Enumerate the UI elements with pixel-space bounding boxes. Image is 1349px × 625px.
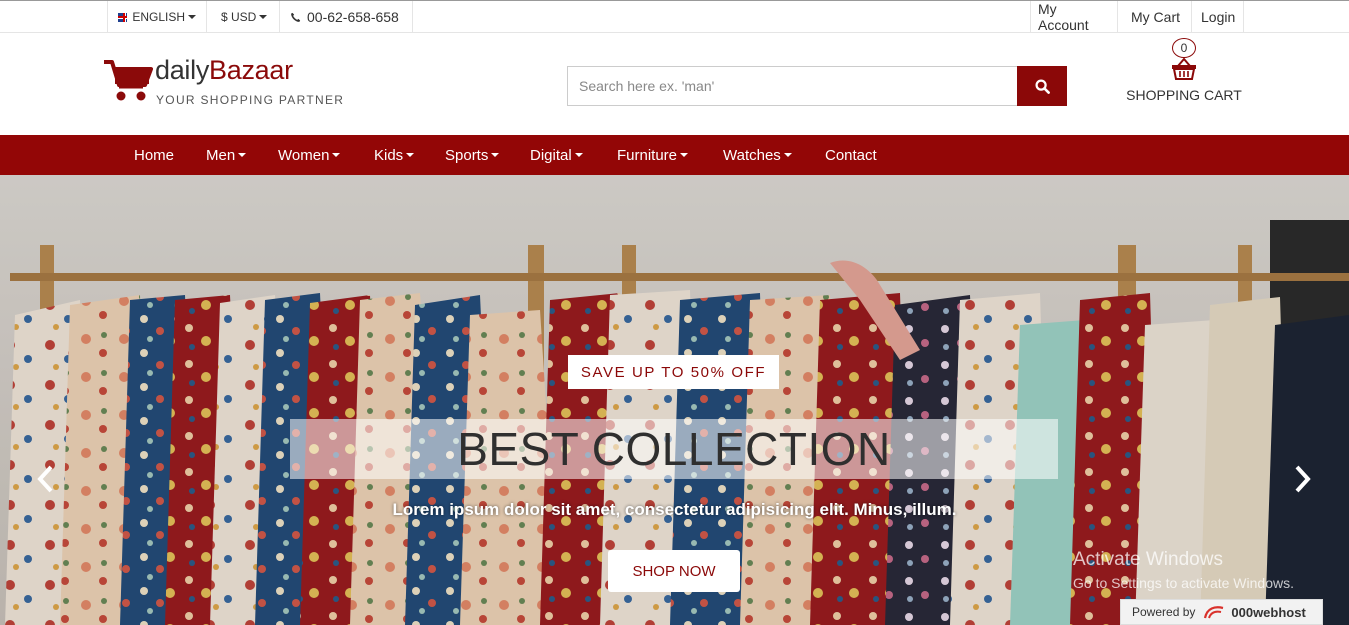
next-slide-arrow-icon[interactable] <box>1294 465 1312 493</box>
nav-item-watches[interactable]: Watches <box>723 135 792 175</box>
chevron-down-icon <box>188 15 196 19</box>
nav-label: Men <box>206 146 236 164</box>
search-input[interactable] <box>567 66 1018 106</box>
my-cart-link[interactable]: My Cart <box>1118 1 1192 33</box>
nav-label: Digital <box>530 146 572 164</box>
webhost-logo-icon <box>1204 606 1224 619</box>
shopping-cart-button[interactable]: 0 SHOPPING CART <box>1126 36 1242 106</box>
nav-item-furniture[interactable]: Furniture <box>617 135 689 175</box>
nav-item-contact[interactable]: Contact <box>825 135 877 175</box>
chevron-down-icon <box>491 153 500 157</box>
logo-suffix: Bazaar <box>209 55 293 85</box>
logo-name[interactable]: dailyBazaar <box>155 55 293 86</box>
basket-icon <box>1172 57 1196 80</box>
chevron-down-icon <box>574 153 583 157</box>
chevron-down-icon <box>332 153 341 157</box>
phone-icon <box>291 12 301 22</box>
cart-count-badge: 0 <box>1172 38 1196 58</box>
nav-item-digital[interactable]: Digital <box>530 135 583 175</box>
nav-item-men[interactable]: Men <box>206 135 247 175</box>
promo-badge: SAVE UP TO 50% OFF <box>568 355 779 389</box>
search-icon <box>1034 78 1050 94</box>
search-bar <box>567 66 1067 106</box>
my-cart-label: My Cart <box>1131 9 1180 25</box>
search-button[interactable] <box>1017 66 1067 106</box>
phone-number: 00-62-658-658 <box>280 1 413 33</box>
powered-by-label: Powered by <box>1132 605 1196 619</box>
my-account-link[interactable]: My Account <box>1030 1 1118 33</box>
login-label: Login <box>1201 9 1236 25</box>
nav-label: Furniture <box>617 146 678 164</box>
my-account-label: My Account <box>1038 1 1089 33</box>
powered-by-badge[interactable]: Powered by 000webhost <box>1120 599 1323 625</box>
phone-text: 00-62-658-658 <box>307 9 399 25</box>
nav-label: Sports <box>445 146 489 164</box>
top-bar: ENGLISH $ USD 00-62-658-658 My Account M… <box>0 0 1349 33</box>
main-nav: Home Men Women Kids Sports Digital Furni… <box>0 135 1349 175</box>
language-label: ENGLISH <box>132 10 185 24</box>
nav-label: Watches <box>723 146 781 164</box>
nav-item-sports[interactable]: Sports <box>445 135 500 175</box>
currency-selector[interactable]: $ USD <box>207 1 280 33</box>
nav-label: Contact <box>825 146 877 164</box>
hero-title: BEST COLLECTION <box>290 419 1058 479</box>
chevron-down-icon <box>783 153 792 157</box>
nav-label: Home <box>134 146 175 164</box>
nav-item-kids[interactable]: Kids <box>374 135 415 175</box>
nav-label: Women <box>278 146 330 164</box>
hero-slider: SAVE UP TO 50% OFF BEST COLLECTION Lorem… <box>0 175 1349 625</box>
nav-label: Kids <box>374 146 404 164</box>
login-link[interactable]: Login <box>1192 1 1244 33</box>
activate-windows-subtitle: Go to Settings to activate Windows. <box>1073 575 1294 591</box>
currency-label: $ USD <box>221 10 257 24</box>
logo-prefix: daily <box>155 55 210 85</box>
shopping-cart-label: SHOPPING CART <box>1126 87 1242 103</box>
activate-windows-title: Activate Windows <box>1073 549 1223 570</box>
nav-item-home[interactable]: Home <box>134 135 174 175</box>
prev-slide-arrow-icon[interactable] <box>36 465 54 493</box>
language-selector[interactable]: ENGLISH <box>107 1 207 33</box>
chevron-down-icon <box>406 153 415 157</box>
shop-now-button[interactable]: SHOP NOW <box>608 550 740 592</box>
shopping-cart-logo-icon[interactable] <box>103 58 153 104</box>
uk-flag-icon <box>118 12 128 22</box>
chevron-down-icon <box>238 153 247 157</box>
chevron-down-icon <box>259 15 268 19</box>
hero-subtitle: Lorem ipsum dolor sit amet, consectetur … <box>392 500 957 519</box>
logo-tagline: YOUR SHOPPING PARTNER <box>156 93 345 107</box>
nav-item-women[interactable]: Women <box>278 135 341 175</box>
host-name: 000webhost <box>1231 604 1306 620</box>
chevron-down-icon <box>680 153 689 157</box>
